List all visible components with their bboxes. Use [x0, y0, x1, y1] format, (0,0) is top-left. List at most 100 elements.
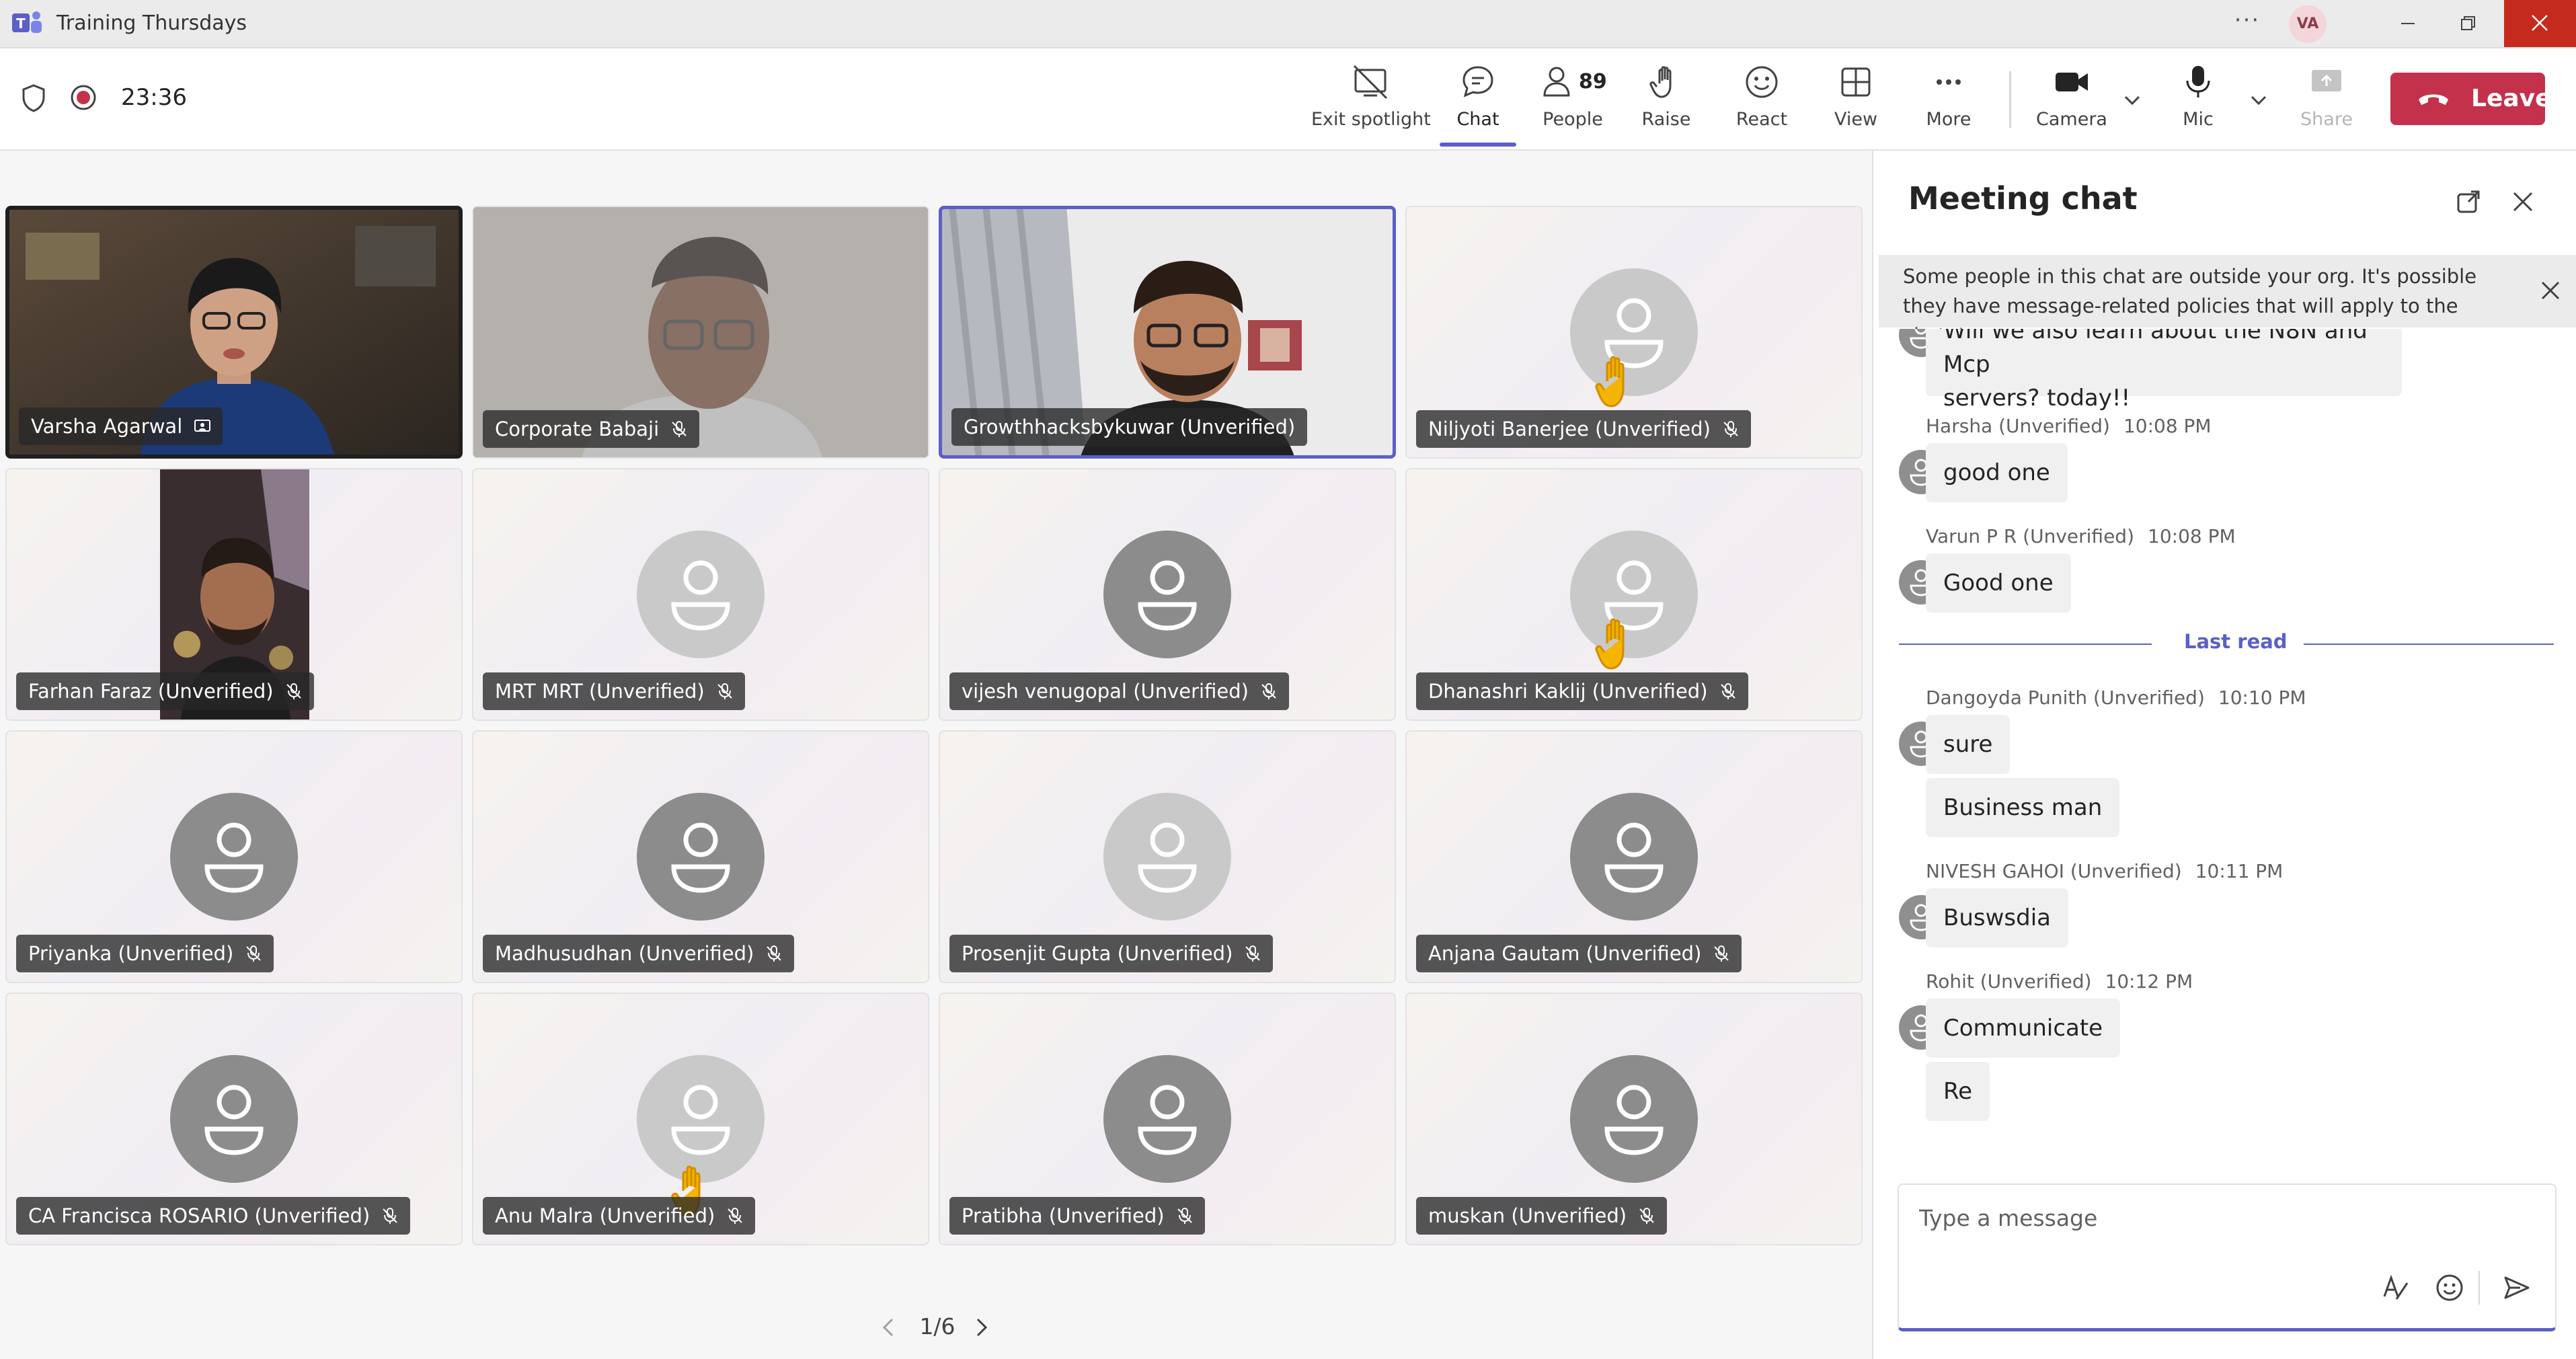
- close-window-button[interactable]: [2504, 0, 2576, 47]
- leave-label: Leave: [2471, 85, 2552, 112]
- participant-tile[interactable]: Growthhacksbykuwar (Unverified): [939, 206, 1396, 459]
- participant-tile[interactable]: Madhusudhan (Unverified): [472, 730, 929, 983]
- chat-message: sure: [1926, 715, 2011, 774]
- ellipsis-icon: [1937, 79, 1961, 85]
- external-org-banner: Some people in this chat are outside you…: [1879, 255, 2576, 347]
- dismiss-banner-icon[interactable]: [2539, 279, 2562, 302]
- microphone-icon: [2186, 66, 2210, 98]
- leave-button[interactable]: Leave: [2390, 73, 2552, 125]
- mic-options-chevron-down-icon[interactable]: [2249, 90, 2269, 110]
- share-button[interactable]: Share: [2293, 63, 2360, 137]
- sender-name: NIVESH GAHOI (Unverified): [1926, 860, 2182, 882]
- camera-options-chevron-down-icon[interactable]: [2122, 90, 2142, 110]
- raise-hand-button[interactable]: Raise: [1633, 63, 1700, 137]
- participant-tile[interactable]: Corporate Babaji: [472, 206, 929, 459]
- mic-off-icon: [383, 1208, 397, 1224]
- participant-name-tag: vijesh venugopal (Unverified): [949, 672, 1289, 710]
- message-text: Will we also learn about the N8N and Mcp: [1943, 329, 2368, 378]
- people-label: People: [1543, 109, 1603, 130]
- participant-tile[interactable]: Niljyoti Banerjee (Unverified): [1405, 206, 1863, 459]
- view-button[interactable]: View: [1822, 63, 1889, 137]
- mic-off-icon: [1720, 683, 1735, 699]
- more-button[interactable]: More: [1915, 63, 1982, 137]
- restore-button[interactable]: [2430, 0, 2504, 47]
- participant-name: vijesh venugopal (Unverified): [962, 680, 1249, 703]
- participant-name: Anu Malra (Unverified): [495, 1204, 715, 1227]
- exit-spotlight-icon: [1353, 65, 1388, 100]
- camera-icon: [2056, 73, 2088, 91]
- mic-off-icon: [1245, 945, 1261, 962]
- participant-name-tag: Corporate Babaji: [483, 410, 700, 448]
- raise-label: Raise: [1641, 109, 1691, 130]
- participant-tile[interactable]: MRT MRT (Unverified): [472, 468, 929, 721]
- participant-name: Dhanashri Kaklij (Unverified): [1428, 680, 1708, 703]
- view-label: View: [1834, 109, 1878, 130]
- format-text-icon[interactable]: [2380, 1272, 2411, 1303]
- more-options-icon[interactable]: ···: [2227, 7, 2267, 40]
- mic-off-icon: [286, 683, 301, 699]
- participant-name: Corporate Babaji: [495, 418, 660, 440]
- raised-hand-icon: [1595, 618, 1625, 670]
- person-icon: [1604, 822, 1664, 893]
- chat-message: Buswsdia: [1926, 888, 2068, 947]
- window-title: Training Thursdays: [56, 11, 247, 35]
- emoji-icon[interactable]: [2434, 1272, 2465, 1303]
- participant-name-tag: Priyanka (Unverified): [16, 935, 274, 972]
- title-bar: T Training Thursdays ··· VA: [0, 0, 2576, 48]
- compose-box: [1898, 1183, 2557, 1331]
- avatar: [1570, 1055, 1698, 1183]
- sender-name: Dangoyda Punith (Unverified): [1926, 687, 2205, 709]
- participant-name-tag: Anu Malra (Unverified): [483, 1197, 756, 1235]
- participant-tile[interactable]: Varsha Agarwal: [5, 206, 463, 459]
- avatar: [1103, 1055, 1231, 1183]
- send-icon[interactable]: [2501, 1272, 2532, 1303]
- close-chat-icon[interactable]: [2511, 190, 2535, 214]
- participant-name: Priyanka (Unverified): [28, 942, 234, 965]
- message-input[interactable]: [1918, 1197, 2526, 1239]
- chat-button[interactable]: Chat: [1440, 63, 1516, 137]
- participant-tile[interactable]: Anjana Gautam (Unverified): [1405, 730, 1863, 983]
- shield-icon[interactable]: [20, 83, 47, 113]
- mic-off-icon: [767, 945, 782, 962]
- mic-button[interactable]: Mic: [2168, 63, 2228, 137]
- camera-label: Camera: [2036, 109, 2107, 130]
- participant-tile[interactable]: Anu Malra (Unverified): [472, 993, 929, 1245]
- mic-off-icon: [1714, 945, 1729, 962]
- participant-tile[interactable]: Farhan Faraz (Unverified): [5, 468, 463, 721]
- person-icon: [671, 822, 730, 893]
- person-icon: [671, 1085, 730, 1155]
- participant-tile[interactable]: CA Francisca ROSARIO (Unverified): [5, 993, 463, 1245]
- participant-name-tag: CA Francisca ROSARIO (Unverified): [16, 1197, 411, 1235]
- next-page-chevron-right-icon[interactable]: [972, 1317, 991, 1338]
- meeting-timer: 23:36: [121, 84, 187, 111]
- participant-tile[interactable]: Dhanashri Kaklij (Unverified): [1405, 468, 1863, 721]
- message-meta: Rohit (Unverified) 10:12 PM: [1926, 970, 2193, 993]
- camera-button[interactable]: Camera: [2036, 63, 2107, 137]
- mic-off-icon: [246, 945, 261, 962]
- participant-tile[interactable]: Pratibha (Unverified): [939, 993, 1396, 1245]
- teams-logo-icon: T: [12, 11, 42, 33]
- message-time: 10:11 PM: [2195, 860, 2284, 882]
- react-button[interactable]: React: [1728, 63, 1795, 137]
- share-label: Share: [2300, 109, 2353, 130]
- participant-tile[interactable]: muskan (Unverified): [1405, 993, 1863, 1245]
- mic-label: Mic: [2183, 109, 2214, 130]
- participant-name: Anjana Gautam (Unverified): [1428, 942, 1702, 965]
- raised-hand-icon: [1595, 356, 1625, 407]
- participant-tile[interactable]: vijesh venugopal (Unverified): [939, 468, 1396, 721]
- participant-tile[interactable]: Prosenjit Gupta (Unverified): [939, 730, 1396, 983]
- message-time: 10:08 PM: [2123, 415, 2212, 437]
- recording-icon: [71, 85, 96, 110]
- avatar: [637, 531, 765, 658]
- mic-off-icon: [728, 1208, 743, 1224]
- participant-tile[interactable]: Priyanka (Unverified): [5, 730, 463, 983]
- pop-out-icon[interactable]: [2455, 188, 2482, 215]
- avatar: [170, 1055, 298, 1183]
- user-avatar[interactable]: VA: [2289, 5, 2327, 43]
- person-icon: [1604, 1085, 1664, 1155]
- exit-spotlight-label: Exit spotlight: [1311, 109, 1431, 130]
- exit-spotlight-button[interactable]: Exit spotlight: [1311, 63, 1431, 137]
- restore-icon: [2461, 16, 2475, 30]
- last-read-divider: [1899, 644, 2152, 645]
- message-text: servers? today!!: [1943, 385, 2131, 412]
